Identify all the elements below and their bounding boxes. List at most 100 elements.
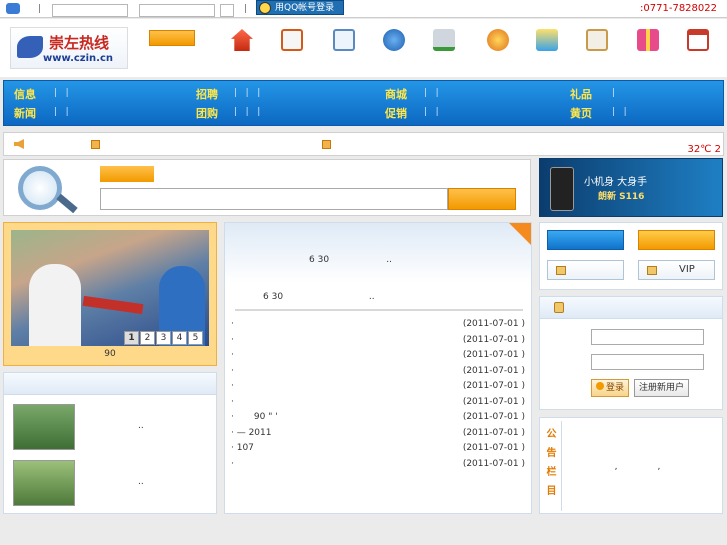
- news-row-title[interactable]: · 90 " ': [231, 412, 278, 422]
- login-password-input[interactable]: [591, 354, 704, 370]
- news-row-title[interactable]: ·: [231, 366, 234, 376]
- nav-item-news[interactable]: 新闻: [14, 105, 36, 121]
- search-button[interactable]: [448, 188, 516, 210]
- news-icon[interactable]: [281, 29, 303, 51]
- nav-separator: | | |: [234, 107, 261, 117]
- news-headline[interactable]: 6 30 ..: [309, 255, 392, 265]
- thumb-caption[interactable]: ..: [138, 477, 144, 487]
- orange-action-button[interactable]: [638, 230, 715, 250]
- medal-icon[interactable]: [487, 29, 509, 51]
- password-input[interactable]: [139, 4, 215, 17]
- notice-text[interactable]: , ,: [566, 462, 661, 472]
- arrow-icon[interactable]: [322, 140, 331, 149]
- username-input[interactable]: [52, 4, 128, 17]
- news-row-date: (2011-07-01 ): [462, 350, 525, 360]
- nav-item-mall[interactable]: 商城: [385, 86, 407, 102]
- photo-slider: 12345 90: [3, 222, 217, 366]
- news-subheadline[interactable]: 6 30 ..: [263, 292, 375, 302]
- news-row[interactable]: · (2011-07-01 ): [231, 366, 525, 380]
- notice-label-char: 目: [546, 486, 557, 497]
- main-nav: 信息 | | 招聘 | | | 商城 | | 礼品 | 新闻 | | 团购 | …: [3, 80, 724, 126]
- present-icon[interactable]: [637, 29, 659, 51]
- news-thumbnail[interactable]: [13, 404, 75, 450]
- ad-line1: 小机身 大身手: [584, 177, 648, 188]
- news-row[interactable]: · (2011-07-01 ): [231, 319, 525, 333]
- lock-icon: [554, 302, 564, 313]
- blue-action-button[interactable]: [547, 230, 624, 250]
- ie-icon[interactable]: [383, 29, 405, 51]
- nav-separator: |: [612, 88, 616, 98]
- notice-label-char: 栏: [546, 467, 557, 478]
- panel-header: [4, 373, 216, 395]
- site-logo[interactable]: 崇左热线 www.czin.cn: [10, 27, 128, 69]
- notice-label: 公 告 栏 目: [542, 421, 562, 511]
- news-row-date: (2011-07-01 ): [462, 334, 525, 345]
- photo-caption[interactable]: 90: [4, 349, 216, 359]
- thumb-caption[interactable]: ..: [138, 421, 144, 431]
- news-row-title[interactable]: ·: [231, 319, 234, 329]
- gift-bag-icon[interactable]: [536, 29, 558, 51]
- separator: |: [38, 4, 42, 14]
- news-row-title[interactable]: ·: [231, 381, 234, 391]
- news-thumbnail[interactable]: [13, 460, 75, 506]
- qq-login-button[interactable]: 用QQ帐号登录: [256, 0, 344, 15]
- arrow-icon[interactable]: [91, 140, 100, 149]
- nav-item-yellowpages[interactable]: 黄页: [570, 105, 592, 121]
- nav-item-info[interactable]: 信息: [14, 86, 36, 102]
- nav-separator: | |: [54, 88, 69, 98]
- nav-item-promo[interactable]: 促销: [385, 105, 407, 121]
- slider-photo[interactable]: [11, 230, 209, 346]
- member-button[interactable]: [547, 260, 624, 280]
- search-doc-icon[interactable]: [333, 29, 355, 51]
- photo-news-panel: .. ..: [3, 372, 217, 514]
- news-row[interactable]: · (2011-07-01 ): [231, 397, 525, 411]
- news-row[interactable]: · 107 (2011-07-01 ): [231, 443, 525, 457]
- news-row-title[interactable]: ·: [231, 397, 234, 407]
- nav-item-jobs[interactable]: 招聘: [196, 86, 218, 102]
- nav-separator: | |: [612, 107, 627, 117]
- cart-add-icon[interactable]: [433, 29, 455, 51]
- news-row[interactable]: · (2011-07-01 ): [231, 459, 525, 473]
- news-divider: [235, 309, 523, 311]
- news-row-date: (2011-07-01 ): [462, 396, 525, 407]
- nav-item-groupbuy[interactable]: 团购: [196, 105, 218, 121]
- id-card-icon[interactable]: [586, 29, 608, 51]
- calendar-icon[interactable]: [687, 29, 709, 51]
- news-row[interactable]: · 90 " ' (2011-07-01 ): [231, 412, 525, 426]
- login-button[interactable]: 登录: [591, 379, 630, 397]
- news-row-date: (2011-07-01 ): [462, 319, 525, 329]
- news-row-title[interactable]: · — 2011: [231, 428, 272, 438]
- nav-separator: | | |: [234, 88, 261, 98]
- news-row-date: (2011-07-01 ): [462, 427, 525, 438]
- news-row[interactable]: · (2011-07-01 ): [231, 350, 525, 364]
- search-tab[interactable]: [100, 166, 154, 182]
- pager-button[interactable]: 5: [188, 331, 203, 345]
- news-row-title[interactable]: ·: [231, 350, 234, 360]
- notice-board: 公 告 栏 目 , ,: [539, 417, 723, 514]
- header-orange-button[interactable]: [149, 30, 195, 46]
- pager-button[interactable]: 1: [124, 331, 139, 345]
- news-row-title[interactable]: · 107: [231, 443, 254, 453]
- register-button[interactable]: 注册新用户: [634, 379, 690, 397]
- pager-button[interactable]: 3: [156, 331, 171, 345]
- search-input[interactable]: [100, 188, 448, 210]
- logo-name: 崇左热线: [49, 34, 110, 52]
- login-small-button[interactable]: [220, 4, 234, 17]
- logo-url: www.czin.cn: [43, 53, 114, 64]
- login-button-label: 登录: [606, 383, 625, 393]
- nav-separator: | |: [54, 107, 69, 117]
- news-row-title[interactable]: ·: [231, 459, 234, 469]
- nav-item-gifts[interactable]: 礼品: [570, 86, 592, 102]
- speaker-icon: [14, 139, 24, 149]
- pager-button[interactable]: 2: [140, 331, 155, 345]
- pager-button[interactable]: 4: [172, 331, 187, 345]
- news-panel: 6 30 .. 6 30 .. · (2011-07-01 ) · (2011-07-…: [224, 222, 532, 514]
- news-row-title[interactable]: ·: [231, 335, 234, 345]
- phone-ad-banner[interactable]: 小机身 大身手 朗新 S116: [539, 158, 723, 217]
- news-row[interactable]: · — 2011 (2011-07-01 ): [231, 428, 525, 442]
- news-row[interactable]: · (2011-07-01 ): [231, 381, 525, 395]
- vip-button[interactable]: VIP: [638, 260, 715, 280]
- home-icon[interactable]: [231, 29, 253, 51]
- login-username-input[interactable]: [591, 329, 704, 345]
- news-row[interactable]: · (2011-07-01 ): [231, 335, 525, 349]
